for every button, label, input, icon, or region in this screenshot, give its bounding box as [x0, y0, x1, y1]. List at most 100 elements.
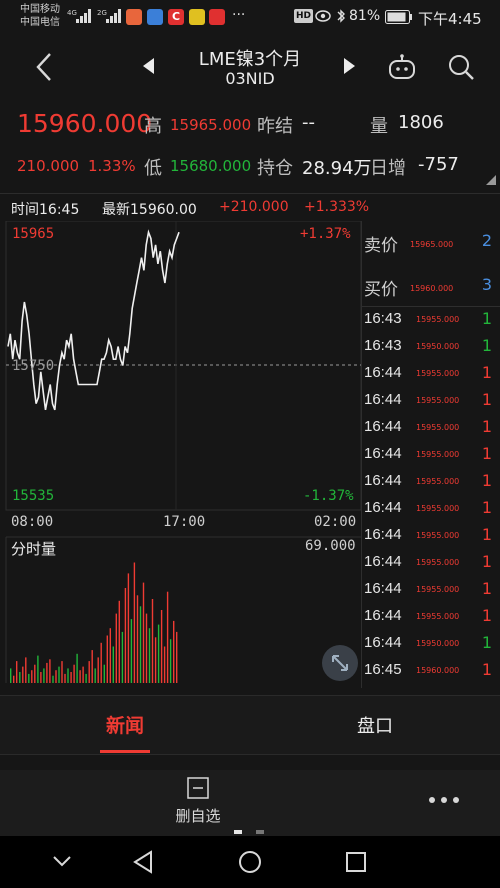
- signal-icon-2: [106, 9, 121, 23]
- trade-row: 16:44 15950.000 1: [362, 631, 500, 658]
- carrier-1: 中国移动: [20, 4, 60, 15]
- volume-bar: [148, 628, 151, 683]
- tab-market-depth[interactable]: 盘口: [250, 696, 500, 754]
- volume-bar: [19, 672, 21, 683]
- y-axis-top-price: 15965: [12, 226, 55, 242]
- trade-time: 16:44: [364, 526, 402, 543]
- sell-price: 15965.000: [410, 240, 454, 249]
- trade-volume: 1: [481, 363, 492, 382]
- clock: 下午4:45: [418, 10, 482, 28]
- page-title: LME镍3个月: [198, 49, 302, 70]
- trade-row: 16:44 15955.000 1: [362, 523, 500, 550]
- buy-price: 15960.000: [410, 284, 454, 293]
- volume-bar: [139, 606, 142, 683]
- volume-bar: [43, 668, 45, 683]
- volume-bar: [16, 661, 18, 683]
- low-value: 15680.000: [170, 157, 252, 175]
- chart-change-pct: +1.333%: [304, 199, 370, 215]
- y-axis-bottom-price: 15535: [12, 488, 55, 504]
- volume-label: 分时量: [11, 540, 57, 558]
- volume-bar: [118, 600, 120, 683]
- trade-price: 15950.000: [416, 639, 460, 648]
- hd-badge: HD: [294, 9, 314, 23]
- volume-bar: [34, 664, 36, 683]
- volume-bar: [130, 619, 133, 683]
- volume-bar: [127, 573, 130, 683]
- home-nav-icon[interactable]: [238, 850, 262, 874]
- contract-code: 03NID: [225, 69, 275, 88]
- trade-price: 15955.000: [416, 315, 460, 324]
- back-icon[interactable]: [34, 52, 54, 82]
- app-notification-icon: [189, 9, 205, 25]
- volume-bar: [28, 673, 30, 683]
- tab-active-indicator: [100, 750, 150, 753]
- app-notification-icon: C: [168, 9, 184, 25]
- trade-volume: 1: [481, 552, 492, 571]
- battery-percent: 81%: [349, 8, 381, 24]
- system-nav-bar: [0, 836, 500, 888]
- volume-bar: [37, 655, 39, 683]
- volume-bar: [88, 661, 90, 683]
- trade-price: 15955.000: [416, 369, 460, 378]
- x-tick-0: 08:00: [11, 514, 54, 530]
- more-notifications: ···: [232, 7, 246, 23]
- sell-volume: 2: [481, 231, 492, 250]
- volume-bar: [173, 620, 175, 683]
- buy-volume: 3: [481, 275, 492, 294]
- prev-contract-icon[interactable]: [143, 58, 155, 74]
- trade-price: 15955.000: [416, 477, 460, 486]
- volume-bar: [22, 666, 24, 683]
- volume-bar: [124, 588, 127, 683]
- volume-bar: [25, 657, 27, 683]
- change-percent: 1.33%: [88, 157, 136, 175]
- volume-bar: [13, 675, 15, 683]
- hide-nav-icon[interactable]: [52, 854, 72, 868]
- volume-bar: [109, 628, 111, 683]
- low-label: 低: [144, 158, 162, 179]
- trade-row: 16:45 15960.000 1: [362, 658, 500, 685]
- trade-row: 16:44 15955.000 1: [362, 415, 500, 442]
- trade-price: 15955.000: [416, 396, 460, 405]
- price-line-group: [7, 229, 180, 411]
- search-icon[interactable]: [447, 53, 475, 81]
- volume-bar: [169, 639, 172, 683]
- last-price: 15960.000: [17, 109, 153, 138]
- trade-time: 16:44: [364, 580, 402, 597]
- tab-bar: 新闻 盘口: [0, 695, 500, 755]
- volume-bar: [10, 668, 12, 683]
- trade-volume: 1: [481, 498, 492, 517]
- more-options-icon[interactable]: [428, 796, 460, 804]
- fullscreen-button[interactable]: [322, 645, 358, 681]
- trade-price: 15955.000: [416, 450, 460, 459]
- trade-volume: 1: [481, 660, 492, 679]
- trade-price: 15955.000: [416, 504, 460, 513]
- volume-bar: [94, 668, 96, 683]
- volume-bar: [100, 642, 102, 683]
- bluetooth-icon: [337, 9, 345, 23]
- page-indicator: [256, 830, 264, 834]
- trade-volume: 1: [481, 444, 492, 463]
- trade-time: 16:43: [364, 310, 402, 327]
- volume-bar: [133, 562, 136, 683]
- volume-bar: [112, 646, 114, 683]
- volume-max: 69.000: [305, 538, 356, 554]
- battery-icon: [385, 10, 412, 24]
- app-notification-icon: [209, 9, 225, 25]
- trade-row: 16:44 15955.000 1: [362, 604, 500, 631]
- price-line: [7, 229, 180, 411]
- price-chart[interactable]: [0, 221, 362, 688]
- volume-bar: [103, 664, 105, 683]
- trade-volume: 1: [481, 309, 492, 328]
- chart-time: 时间16:45: [11, 202, 80, 218]
- remove-favorite-button[interactable]: 删自选: [160, 774, 236, 832]
- robot-assistant-icon[interactable]: [387, 54, 417, 80]
- back-nav-icon[interactable]: [132, 850, 154, 874]
- recents-nav-icon[interactable]: [345, 851, 367, 873]
- high-value: 15965.000: [170, 116, 252, 134]
- app-notification-icon: [147, 9, 163, 25]
- tab-news[interactable]: 新闻: [0, 696, 250, 754]
- trade-time: 16:44: [364, 445, 402, 462]
- app-notification-icon: [126, 9, 142, 25]
- next-contract-icon[interactable]: [343, 58, 355, 74]
- expand-corner-icon[interactable]: [486, 175, 496, 185]
